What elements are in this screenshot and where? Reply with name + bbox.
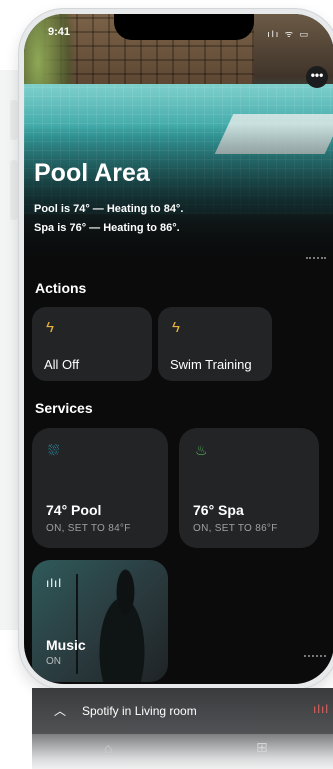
pool-icon: ⛆ [48,442,60,458]
action-swim-training[interactable]: ϟ Swim Training [158,307,272,381]
spa-status-line: Spa is 76° — Heating to 86°. [34,222,180,234]
spa-icon: ♨ [195,442,208,458]
status-icons: ılı ᯤ ▭ [267,29,310,39]
notch [114,14,254,40]
bars-icon: ılıl [46,576,62,590]
phone-screen: 9:41 ılı ᯤ ▭ ••• Pool Area Pool is 74° —… [24,14,333,684]
panel-notch [10,100,18,140]
service-state: ON, SET TO 86°F [193,523,278,534]
chevron-up-icon[interactable]: ︿ [54,702,66,719]
service-name: 76° Spa [193,502,244,518]
bolt-icon: ϟ [46,319,54,336]
now-playing-bar[interactable]: ︿ Spotify in Living room ılıl [32,688,333,734]
action-all-off[interactable]: ϟ All Off [32,307,152,381]
hero-fade [24,124,333,264]
bolt-icon: ϟ [172,319,180,336]
service-state: ON, SET TO 84°F [46,523,131,534]
action-label: Swim Training [170,357,252,372]
panel-notch [10,160,18,220]
actions-title: Actions [35,280,87,296]
service-music[interactable]: ılıl Music ON [32,560,168,682]
more-button[interactable]: ••• [306,66,328,88]
action-label: All Off [44,357,80,372]
room-title: Pool Area [34,159,150,187]
service-state: ON [46,656,61,667]
scroll-indicator [306,257,326,259]
service-pool[interactable]: ⛆ 74° Pool ON, SET TO 84°F [32,428,168,548]
phone-frame: 9:41 ılı ᯤ ▭ ••• Pool Area Pool is 74° —… [18,8,333,690]
services-title: Services [35,400,93,416]
scroll-indicator [304,655,326,657]
home-icon[interactable]: ⌂ [104,740,112,756]
status-time: 9:41 [48,26,71,38]
mic-stand-graphic [76,574,78,674]
pool-status-line: Pool is 74° — Heating to 84°. [34,203,184,215]
equalizer-icon: ılıl [313,702,329,716]
grid-icon[interactable]: ⊞ [256,739,268,756]
now-playing-text: Spotify in Living room [82,704,197,718]
tab-bar: ⌂ ⊞ [32,734,333,769]
room-status: Pool is 74° — Heating to 84°. Spa is 76°… [34,200,183,238]
service-name: 74° Pool [46,502,102,518]
service-spa[interactable]: ♨ 76° Spa ON, SET TO 86°F [179,428,319,548]
musician-silhouette [87,568,157,682]
service-name: Music [46,637,86,653]
